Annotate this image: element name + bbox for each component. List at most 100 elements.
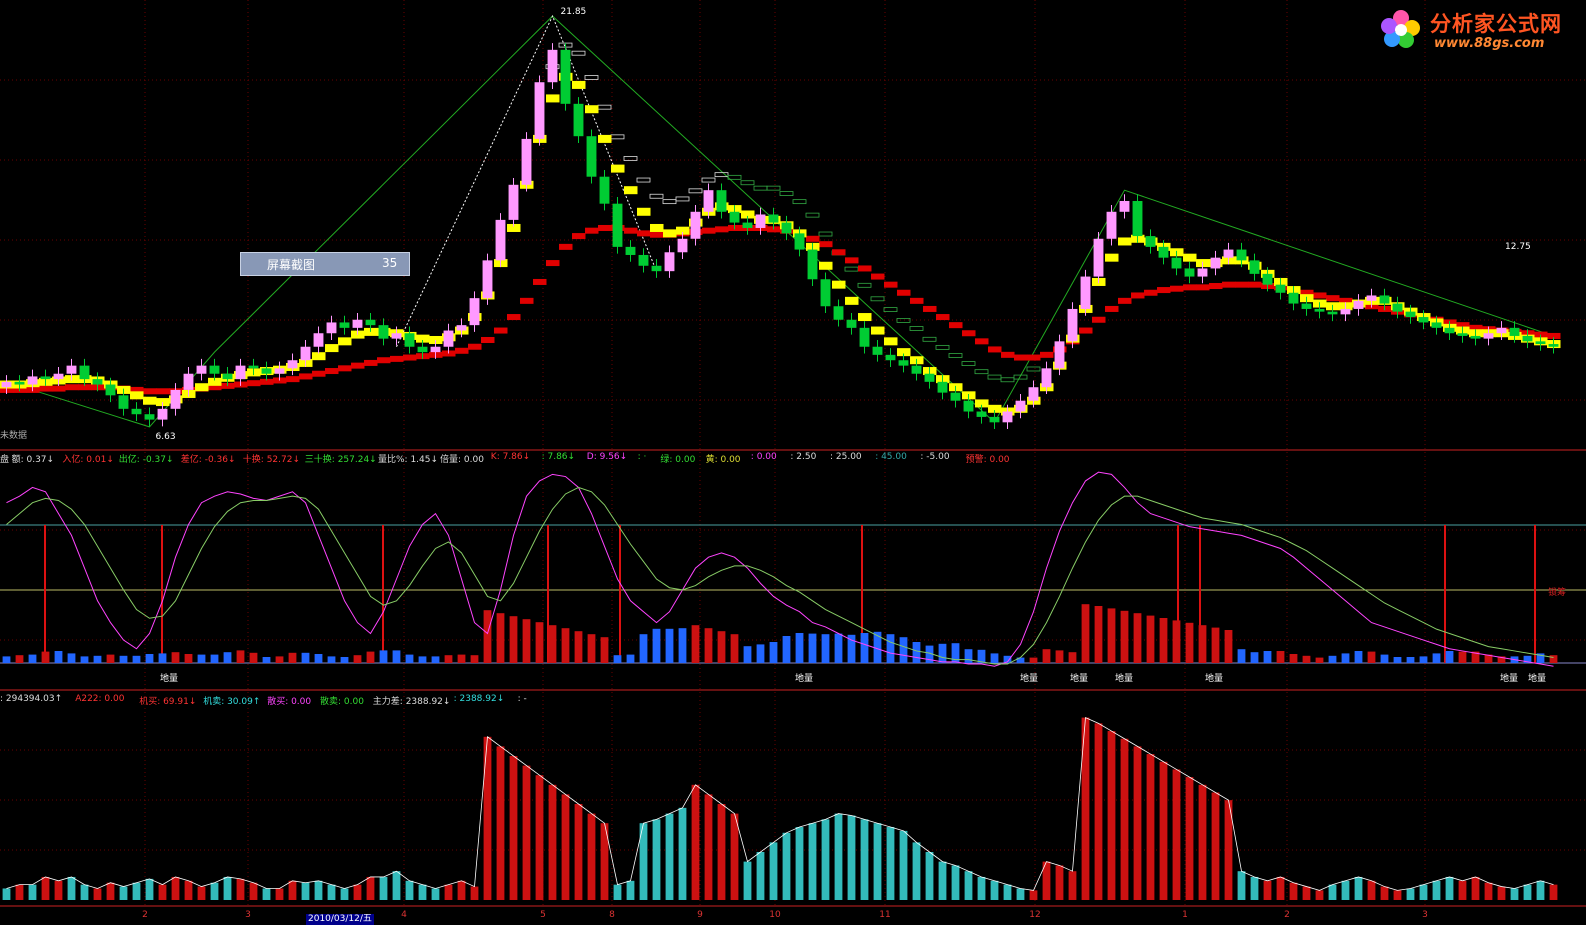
x-tick-label: 3 — [245, 910, 251, 920]
candle-body — [430, 346, 441, 353]
indicator-bar — [418, 656, 427, 663]
indicator-bar — [496, 613, 505, 663]
x-tick-label: 5 — [540, 910, 546, 920]
ma-red-segment — [507, 314, 521, 321]
legend-item: 主力差: 2388.92↓ — [372, 697, 451, 707]
candle-body — [131, 408, 142, 415]
candle-body — [287, 360, 298, 369]
candle-body — [651, 265, 662, 272]
ma-red-segment — [377, 357, 391, 364]
indicator-bar — [119, 655, 128, 663]
indicator-bar — [652, 628, 661, 663]
legend-item: 差亿: -0.36↓ — [180, 455, 236, 465]
flow-bar — [509, 756, 518, 900]
money-flow-panel[interactable] — [2, 717, 1558, 900]
flow-bar — [1237, 871, 1246, 900]
candle-body — [1041, 368, 1052, 388]
indicator-bar — [795, 633, 804, 663]
flow-bar — [54, 880, 63, 900]
indicator-bar — [262, 657, 271, 663]
ma-red-segment — [1183, 284, 1197, 291]
indicator-bar — [197, 654, 206, 663]
ma-red-segment — [650, 231, 664, 238]
flow-bar — [275, 888, 284, 900]
ma-red-segment — [533, 278, 547, 285]
candle-body — [924, 373, 935, 382]
candle-body — [79, 365, 90, 380]
flow-bar — [431, 888, 440, 900]
flow-bar — [145, 878, 154, 900]
candle-body — [105, 384, 116, 396]
stair-step — [909, 326, 924, 331]
indicator-panel[interactable]: 锁筹地量 地量 地量 地量 地量 地量 地量 地量 — [0, 471, 1586, 684]
stair-step — [922, 336, 937, 342]
candle-body — [1340, 308, 1351, 315]
ma-red-segment — [832, 249, 846, 256]
candle-body — [417, 346, 428, 353]
ma-yellow-segment — [572, 80, 586, 89]
flow-bar — [340, 888, 349, 900]
flow-bar — [184, 880, 193, 900]
ma-yellow-segment — [650, 223, 664, 232]
legend-item: A222: 0.00 — [75, 694, 125, 704]
candle-body — [1444, 327, 1455, 334]
indicator-bar — [639, 634, 648, 663]
flow-bar — [236, 878, 245, 900]
ma-red-segment — [65, 384, 79, 391]
flow-bar — [652, 819, 661, 900]
ma-red-segment — [858, 265, 872, 272]
flow-bar — [1211, 792, 1220, 900]
cursor-date: 2010/03/12/五 — [306, 914, 374, 925]
ma-yellow-segment — [325, 344, 339, 353]
candle-body — [950, 392, 961, 401]
indicator-bar — [93, 655, 102, 663]
ma-red-segment — [156, 388, 170, 395]
flow-bar — [574, 804, 583, 900]
indicator-bar — [132, 655, 141, 663]
flow-bar — [1523, 884, 1532, 900]
flow-bar — [847, 815, 856, 900]
candle-body — [118, 395, 129, 409]
flow-bar — [522, 765, 531, 900]
indicator-bar — [535, 622, 544, 663]
flow-bar — [1302, 886, 1311, 900]
flow-bar — [964, 871, 973, 900]
screenshot-tooltip[interactable]: 屏幕截图 35 — [240, 252, 410, 276]
flow-bar — [171, 876, 180, 900]
legend-item: 预警: 0.00 — [965, 455, 1010, 465]
volume-tag: 地量 — [160, 672, 178, 684]
candle-body — [495, 219, 506, 261]
ma-red-segment — [637, 230, 651, 237]
flow-bar — [1133, 746, 1142, 900]
candle-body — [508, 184, 519, 220]
flow-bar — [1185, 777, 1194, 900]
ma-yellow-segment — [338, 337, 352, 346]
candle-body — [1054, 341, 1065, 369]
candle-body — [157, 408, 168, 420]
candle-body — [300, 346, 311, 361]
ma-red-segment — [702, 227, 716, 234]
ma-red-segment — [624, 227, 638, 234]
volume-tag: 地量 — [1500, 672, 1518, 684]
flow-bar — [1315, 890, 1324, 900]
stair-step — [844, 266, 859, 272]
ma-red-segment — [351, 362, 365, 369]
candle-body — [521, 138, 532, 185]
indicator-bar — [886, 634, 895, 663]
indicator-bar — [743, 646, 752, 663]
price-panel[interactable]: 21.85 6.63 12.75 未数据 — [0, 7, 1561, 442]
stair-step — [571, 50, 586, 56]
stair-step — [584, 75, 599, 80]
indicator-bar — [1133, 613, 1142, 663]
ma-red-segment — [1326, 295, 1340, 302]
flow-bar — [782, 832, 791, 900]
flow-bar — [41, 876, 50, 900]
indicator-bar — [821, 634, 830, 663]
flow-bar — [1250, 876, 1259, 900]
candle-body — [1509, 327, 1520, 336]
flow-bar — [1549, 884, 1558, 900]
ma-red-segment — [39, 385, 53, 392]
ma-red-segment — [286, 376, 300, 383]
indicator-bar — [678, 628, 687, 663]
stair-step — [649, 193, 664, 199]
